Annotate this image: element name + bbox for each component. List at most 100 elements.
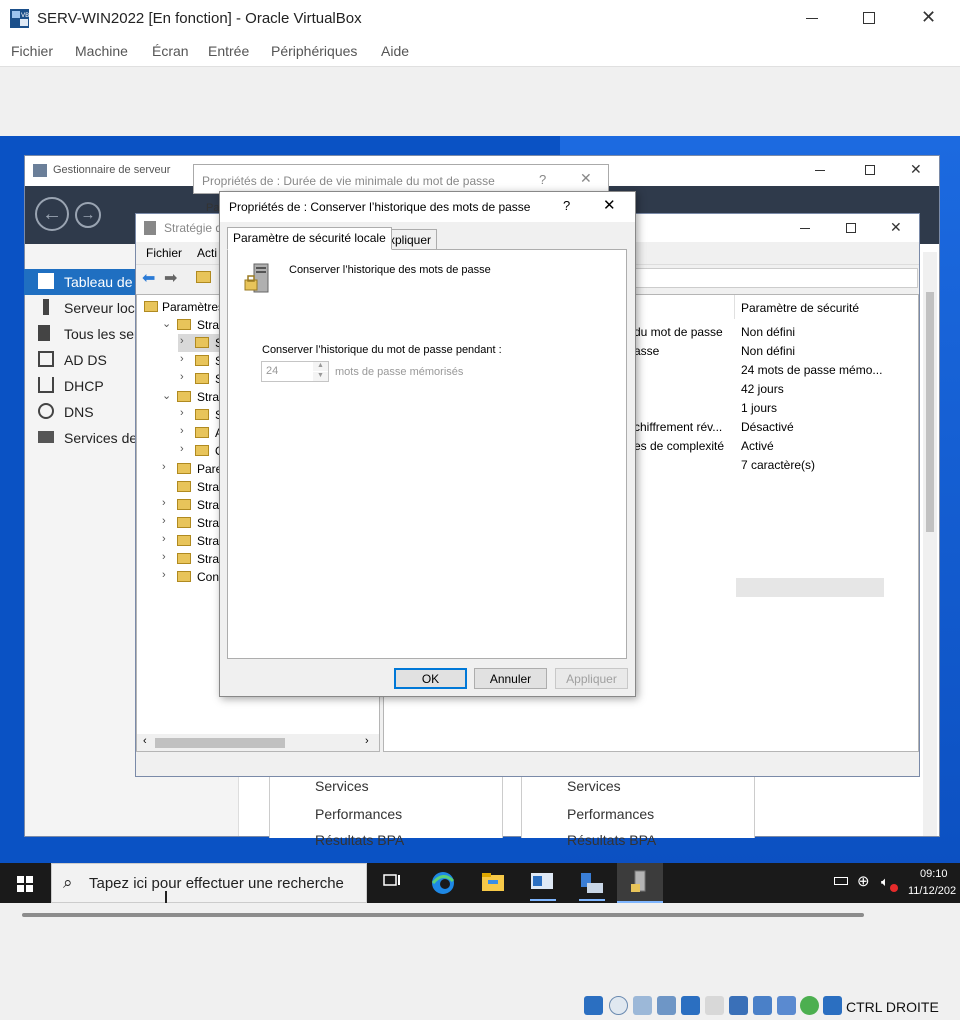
list-policy[interactable]: es de complexité: [634, 439, 732, 453]
chevron-right-icon[interactable]: ›: [162, 515, 166, 527]
recording-icon[interactable]: [753, 996, 772, 1015]
maximize-icon[interactable]: [863, 12, 875, 24]
chevron-right-icon[interactable]: ›: [162, 533, 166, 545]
close-icon[interactable]: ✕: [910, 161, 922, 178]
list-policy[interactable]: chiffrement rév...: [634, 420, 732, 434]
list-value[interactable]: 24 mots de passe mémo...: [741, 363, 882, 377]
tab-local-security[interactable]: Paramètre de sécurité locale: [227, 227, 392, 250]
minimize-icon[interactable]: [815, 170, 825, 171]
minimize-icon[interactable]: [806, 18, 818, 19]
task-view-icon[interactable]: [382, 871, 408, 895]
chevron-down-icon[interactable]: ⌄: [162, 389, 171, 402]
windows-start-icon[interactable]: [17, 876, 33, 892]
menu-machine[interactable]: Machine: [75, 43, 128, 59]
menu-ecran[interactable]: Écran: [152, 43, 189, 59]
tile-bpa[interactable]: Résultats BPA: [315, 832, 404, 848]
tile-bpa[interactable]: Résultats BPA: [567, 832, 656, 848]
chevron-down-icon[interactable]: ⌄: [162, 317, 171, 330]
list-value[interactable]: 42 jours: [741, 382, 784, 396]
folder-icon: [177, 319, 191, 330]
help-status-icon[interactable]: [584, 996, 603, 1015]
stepper-up-icon[interactable]: ▲: [313, 362, 328, 371]
chevron-right-icon[interactable]: ›: [180, 353, 184, 365]
close-icon[interactable]: ✕: [580, 170, 592, 187]
ok-button[interactable]: OK: [394, 668, 467, 689]
optical-drive-icon[interactable]: [609, 996, 628, 1015]
tile-performances[interactable]: Performances: [567, 806, 654, 822]
usb-icon[interactable]: [681, 996, 700, 1015]
clock-date[interactable]: 11/12/202: [908, 885, 956, 897]
mouse-integration-icon[interactable]: [823, 996, 842, 1015]
list-value[interactable]: Activé: [741, 439, 774, 453]
close-icon[interactable]: ✕: [921, 7, 936, 28]
network-globe-icon[interactable]: ⊕: [857, 872, 870, 890]
guest-additions-icon[interactable]: [800, 996, 819, 1015]
admin-tools-icon[interactable]: [579, 871, 605, 901]
back-arrow-icon[interactable]: ⬅: [142, 268, 155, 288]
chevron-right-icon[interactable]: ›: [180, 335, 184, 347]
back-arrow-icon[interactable]: ←: [35, 197, 69, 231]
display-icon[interactable]: [729, 996, 748, 1015]
volume-muted-icon[interactable]: 🔈︎: [881, 874, 889, 890]
maximize-icon[interactable]: [846, 223, 856, 233]
chevron-right-icon[interactable]: ›: [180, 425, 184, 437]
chevron-right-icon[interactable]: ›: [180, 443, 184, 455]
shared-folders-icon[interactable]: [705, 996, 724, 1015]
list-value[interactable]: Non défini: [741, 344, 795, 358]
scroll-right-icon[interactable]: ›: [365, 735, 369, 747]
minimize-icon[interactable]: [800, 228, 810, 229]
apply-button[interactable]: Appliquer: [555, 668, 628, 689]
audio-icon[interactable]: [633, 996, 652, 1015]
chevron-right-icon[interactable]: ›: [180, 371, 184, 383]
list-value[interactable]: Désactivé: [741, 420, 794, 434]
help-icon[interactable]: ?: [563, 198, 570, 213]
close-icon[interactable]: ✕: [603, 196, 616, 214]
server-manager-taskbar-icon[interactable]: [530, 871, 556, 901]
gpo-tree-hscroll[interactable]: ‹ ›: [137, 734, 379, 751]
help-icon[interactable]: ?: [539, 172, 546, 187]
tile-services[interactable]: Services: [315, 778, 369, 794]
taskbar-search-box[interactable]: ⌕ Tapez ici pour effectuer une recherche: [51, 863, 367, 903]
maximize-icon[interactable]: [865, 165, 875, 175]
scroll-thumb[interactable]: [155, 738, 285, 748]
clock-time[interactable]: 09:10: [920, 868, 948, 880]
vt-x-icon[interactable]: [777, 996, 796, 1015]
edge-browser-icon[interactable]: [430, 871, 456, 895]
gpo-menu-fichier[interactable]: Fichier: [146, 246, 182, 260]
chevron-right-icon[interactable]: ›: [162, 461, 166, 473]
battery-icon[interactable]: [834, 877, 848, 885]
tile-services[interactable]: Services: [567, 778, 621, 794]
menu-peripheriques[interactable]: Périphériques: [271, 43, 357, 59]
tile-performances[interactable]: Performances: [315, 806, 402, 822]
close-icon[interactable]: ✕: [890, 219, 902, 236]
file-explorer-icon[interactable]: [481, 871, 507, 895]
menu-aide[interactable]: Aide: [381, 43, 409, 59]
scroll-thumb[interactable]: [926, 292, 934, 532]
sm-scrollbar[interactable]: [923, 252, 937, 836]
forward-arrow-icon[interactable]: →: [75, 202, 101, 228]
menu-entree[interactable]: Entrée: [208, 43, 249, 59]
menu-fichier[interactable]: Fichier: [11, 43, 53, 59]
list-value[interactable]: Non défini: [741, 325, 795, 339]
chevron-right-icon[interactable]: ›: [162, 497, 166, 509]
list-header-setting[interactable]: Paramètre de sécurité: [741, 301, 859, 315]
gpo-menu-action[interactable]: Acti: [197, 246, 217, 260]
list-value[interactable]: 1 jours: [741, 401, 777, 415]
stepper-down-icon[interactable]: ▼: [313, 372, 328, 381]
folder-icon: [177, 499, 191, 510]
network-icon[interactable]: [657, 996, 676, 1015]
forward-arrow-icon[interactable]: ➡: [164, 268, 177, 288]
folder-icon: [177, 517, 191, 528]
vbox-hscroll[interactable]: [22, 913, 864, 917]
chevron-right-icon[interactable]: ›: [162, 569, 166, 581]
scroll-left-icon[interactable]: ‹: [143, 735, 147, 747]
chevron-right-icon[interactable]: ›: [162, 551, 166, 563]
chevron-right-icon[interactable]: ›: [180, 407, 184, 419]
gpo-taskbar-icon[interactable]: [617, 863, 663, 903]
history-stepper[interactable]: 24 ▲ ▼: [261, 361, 329, 382]
up-folder-icon[interactable]: [196, 271, 211, 283]
list-value[interactable]: 7 caractère(s): [741, 458, 815, 472]
list-policy[interactable]: du mot de passe: [634, 325, 732, 339]
cancel-button[interactable]: Annuler: [474, 668, 547, 689]
list-policy[interactable]: asse: [634, 344, 732, 358]
